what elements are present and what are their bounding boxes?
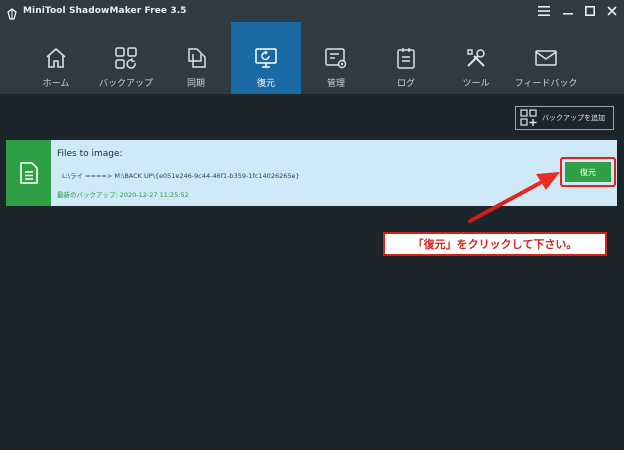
close-button[interactable] (601, 0, 623, 22)
tab-feedback[interactable]: フィードバック (511, 22, 581, 94)
file-icon (19, 162, 38, 184)
tab-manage[interactable]: 管理 (301, 22, 371, 94)
tab-feedback-label: フィードバック (514, 79, 578, 89)
backup-task-card[interactable]: Files to image: L:\ライ ====> M:\BACK UP\{… (6, 140, 617, 206)
tab-manage-label: 管理 (326, 79, 345, 89)
maximize-icon (585, 6, 595, 16)
tab-sync-label: 同期 (186, 79, 205, 89)
maximize-button[interactable] (579, 0, 601, 22)
minimize-icon (563, 13, 573, 15)
minimize-button[interactable] (557, 0, 579, 22)
hamburger-icon (538, 6, 550, 16)
app-title: MiniTool ShadowMaker Free 3.5 (23, 6, 187, 16)
close-icon (607, 6, 617, 16)
add-backup-button[interactable]: バックアップを追加 (515, 106, 614, 130)
tab-backup[interactable]: バックアップ (91, 22, 161, 94)
menu-button[interactable] (533, 0, 555, 22)
manage-icon (325, 48, 347, 69)
title-bar: MiniTool ShadowMaker Free 3.5 (0, 0, 624, 22)
instruction-callout: 「復元」をクリックして下さい。 (383, 232, 607, 256)
tab-backup-label: バックアップ (98, 79, 153, 89)
backup-icon (115, 47, 137, 69)
tab-log[interactable]: ログ (371, 22, 441, 94)
card-title: Files to image: (57, 149, 123, 159)
tab-tools[interactable]: ツール (441, 22, 511, 94)
tab-restore[interactable]: 復元 (231, 22, 301, 94)
add-backup-label: バックアップを追加 (542, 114, 605, 122)
tab-restore-label: 復元 (256, 79, 275, 89)
add-backup-icon (520, 109, 537, 126)
restore-button[interactable]: 復元 (565, 162, 611, 182)
home-icon (46, 47, 66, 68)
tab-tools-label: ツール (462, 79, 490, 89)
last-backup-time: 最新のバックアップ: 2020-12-27 11:25:52 (57, 191, 189, 199)
tab-home[interactable]: ホーム (21, 22, 91, 94)
tab-log-label: ログ (396, 79, 415, 89)
log-icon (397, 48, 415, 69)
restore-icon (255, 48, 277, 68)
app-logo-icon (6, 5, 18, 20)
tab-sync[interactable]: 同期 (161, 22, 231, 94)
sync-icon (188, 48, 206, 68)
main-navigation: ホーム バックアップ 同期 復元 管理 ログ ツール フィードバック (0, 22, 624, 94)
tools-icon (467, 49, 485, 67)
feedback-icon (535, 50, 557, 66)
card-side-panel (6, 140, 51, 206)
tab-home-label: ホーム (42, 79, 70, 89)
backup-path: L:\ライ ====> M:\BACK UP\{e051e246-9c44-46… (62, 172, 300, 180)
instruction-text: 「復元」をクリックして下さい。 (412, 238, 578, 251)
